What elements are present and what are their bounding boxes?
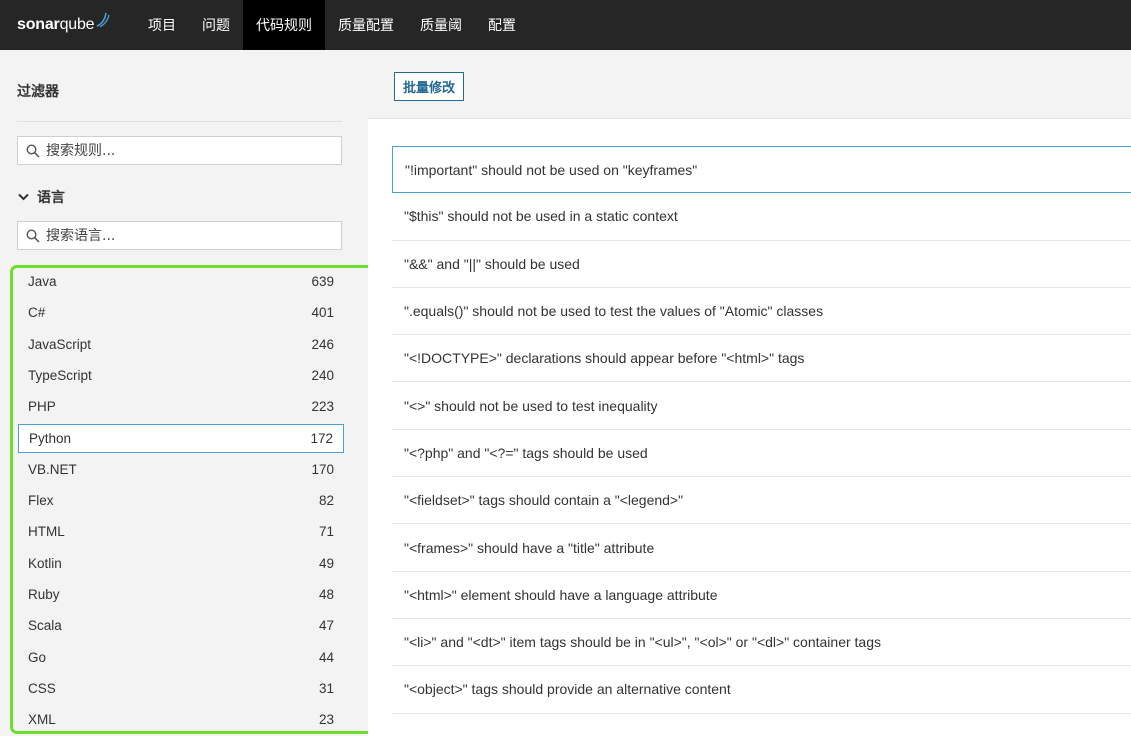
language-facet-item[interactable]: Scala 47 <box>18 611 344 640</box>
rule-item[interactable]: "<li>" and "<dt>" item tags should be in… <box>392 619 1131 667</box>
language-count: 31 <box>318 680 334 696</box>
rule-list: "!important" should not be used on "keyf… <box>392 146 1131 714</box>
language-count: 82 <box>318 493 334 509</box>
language-name: TypeScript <box>28 367 92 383</box>
rule-item[interactable]: "<html>" element should have a language … <box>392 572 1131 619</box>
language-count: 71 <box>318 524 334 540</box>
nav-item[interactable]: 项目 <box>135 0 189 50</box>
language-count: 639 <box>311 274 334 289</box>
rule-search-box[interactable] <box>17 136 342 165</box>
language-facet-item[interactable]: Ruby 48 <box>18 580 344 609</box>
language-name: JavaScript <box>28 336 92 352</box>
language-count: 44 <box>318 649 334 665</box>
search-icon <box>26 143 40 158</box>
rule-item[interactable]: "<fieldset>" tags should contain a "<leg… <box>392 477 1131 525</box>
rule-item[interactable]: ".equals()" should not be used to test t… <box>392 288 1131 336</box>
language-facet-item[interactable]: HTML 71 <box>18 517 344 546</box>
language-count: 48 <box>318 587 334 602</box>
language-facet-item[interactable]: Kotlin 49 <box>18 549 344 578</box>
language-name: C# <box>28 305 46 321</box>
filters-sidebar: 过滤器 语言 Java 639 C# 401 JavaScript 246 TypeScri… <box>0 50 374 736</box>
language-facet-item[interactable]: Python 172 <box>18 423 344 453</box>
filters-title: 过滤器 <box>17 84 59 100</box>
language-count: 172 <box>310 430 333 446</box>
rule-item[interactable]: "<?php" and "<?=" tags should be used <box>392 430 1131 478</box>
language-search-input[interactable] <box>46 227 326 244</box>
language-count: 401 <box>311 305 334 321</box>
nav-item[interactable]: 质量配置 <box>325 0 407 50</box>
language-name: Java <box>28 274 57 289</box>
language-count: 23 <box>318 712 334 728</box>
nav-item[interactable]: 配置 <box>475 0 529 50</box>
language-name: Kotlin <box>28 555 62 571</box>
language-list: Java 639 C# 401 JavaScript 246 TypeScript 240 PH… <box>10 265 374 734</box>
language-facet-label: 语言 <box>37 190 65 206</box>
language-name: Flex <box>28 493 54 509</box>
language-name: Scala <box>28 618 62 634</box>
language-count: 47 <box>318 618 334 634</box>
rules-toolbar: 批量修改 <box>368 50 1131 119</box>
language-facet-header[interactable]: 语言 <box>18 187 65 207</box>
rule-item[interactable]: "!important" should not be used on "keyf… <box>392 146 1131 194</box>
language-name: XML <box>28 712 56 728</box>
rule-item[interactable]: "<object>" tags should provide an altern… <box>392 666 1131 714</box>
logo-text-bold: sonar <box>17 16 60 33</box>
language-facet-item[interactable]: Java 639 <box>18 267 344 296</box>
language-count: 240 <box>311 367 334 383</box>
rule-item[interactable]: "<frames>" should have a "title" attribu… <box>392 524 1131 572</box>
nav-item[interactable]: 问题 <box>189 0 243 50</box>
rule-item[interactable]: "<!DOCTYPE>" declarations should appear … <box>392 335 1131 383</box>
logo-text-rest: qube <box>59 16 95 33</box>
language-facet-item[interactable]: Go 44 <box>18 643 344 672</box>
bulk-change-button[interactable]: 批量修改 <box>394 72 465 101</box>
language-count: 49 <box>318 555 334 571</box>
language-facet-item[interactable]: PHP 223 <box>18 392 344 421</box>
language-name: Go <box>28 649 47 665</box>
nav-item[interactable]: 质量阈 <box>407 0 475 50</box>
language-facet-item[interactable]: TypeScript 240 <box>18 361 344 390</box>
rule-item[interactable]: "$this" should not be used in a static c… <box>392 193 1131 241</box>
sonarqube-logo[interactable]: sonar qube <box>0 0 135 50</box>
rule-item[interactable]: "&&" and "||" should be used <box>392 241 1131 288</box>
rule-item[interactable]: "<>" should not be used to test inequali… <box>392 382 1131 430</box>
top-navigation: sonar qube 项目 问题 代码规则 质量配置 质量阈 配置 <box>0 0 1131 50</box>
language-facet-item[interactable]: Flex 82 <box>18 486 344 515</box>
language-name: Python <box>29 430 72 446</box>
language-facet-item[interactable]: VB.NET 170 <box>18 455 344 484</box>
language-count: 246 <box>311 336 334 352</box>
nav-item[interactable]: 代码规则 <box>243 0 325 50</box>
language-name: HTML <box>28 524 65 540</box>
language-search-box[interactable] <box>17 221 342 250</box>
language-facet-item[interactable]: JavaScript 246 <box>18 330 344 359</box>
language-name: VB.NET <box>28 461 77 477</box>
language-name: CSS <box>28 680 56 696</box>
language-facet-item[interactable]: C# 401 <box>18 298 344 327</box>
filters-divider <box>17 121 342 122</box>
chevron-down-icon <box>18 193 29 201</box>
logo-wave-icon <box>97 12 111 28</box>
language-facet-item[interactable]: CSS 31 <box>18 674 344 703</box>
language-facet-item[interactable]: XML 23 <box>18 705 344 734</box>
language-name: Ruby <box>28 587 60 602</box>
rules-main-panel: 批量修改 "!important" should not be used on … <box>368 50 1131 736</box>
language-count: 170 <box>311 461 334 477</box>
rule-search-input[interactable] <box>46 142 326 159</box>
language-name: PHP <box>28 399 56 415</box>
search-icon <box>26 228 40 243</box>
language-count: 223 <box>311 399 334 415</box>
